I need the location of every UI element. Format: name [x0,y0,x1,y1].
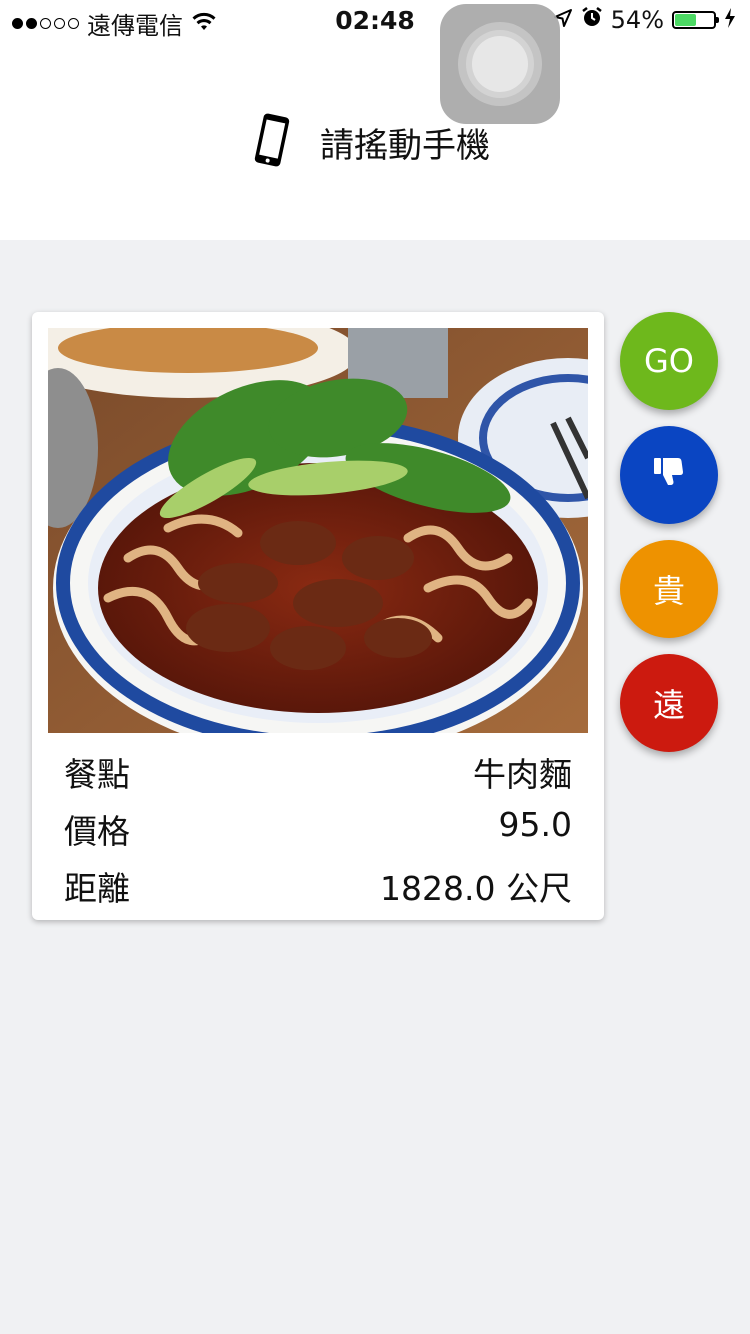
far-button[interactable]: 遠 [620,654,718,752]
status-bar: 遠傳電信 02:48 54% [0,0,750,40]
go-label: GO [644,342,694,380]
meal-label: 餐點 [64,755,130,794]
dislike-button[interactable] [620,426,718,524]
food-photo [48,328,588,733]
expensive-button[interactable]: 貴 [620,540,718,638]
thumbs-down-icon [652,454,686,496]
header: 請搖動手機 [0,40,750,240]
far-label: 遠 [652,686,685,724]
alarm-icon [581,6,603,34]
price-row: 價格 95.0 [64,805,572,853]
battery-icon [672,11,719,29]
assistive-touch-button[interactable] [440,4,560,124]
expensive-label: 貴 [652,572,685,610]
distance-row: 距離 1828.0 公尺 [64,862,572,910]
price-label: 價格 [64,812,130,851]
phone-shake-icon [250,112,294,172]
restaurant-card: 餐點 牛肉麵 價格 95.0 距離 1828.0 公尺 [32,312,604,920]
distance-label: 距離 [64,869,130,908]
battery-fill [675,14,696,26]
shake-instruction: 請搖動手機 [320,125,490,166]
charging-bolt-icon [724,6,736,34]
go-button[interactable]: GO [620,312,718,410]
distance-value: 1828.0 公尺 [380,869,572,908]
battery-percent: 54% [610,6,664,34]
meal-value: 牛肉麵 [473,755,572,794]
meal-row: 餐點 牛肉麵 [64,748,572,796]
price-value: 95.0 [498,805,572,844]
status-right: 54% [553,6,736,34]
